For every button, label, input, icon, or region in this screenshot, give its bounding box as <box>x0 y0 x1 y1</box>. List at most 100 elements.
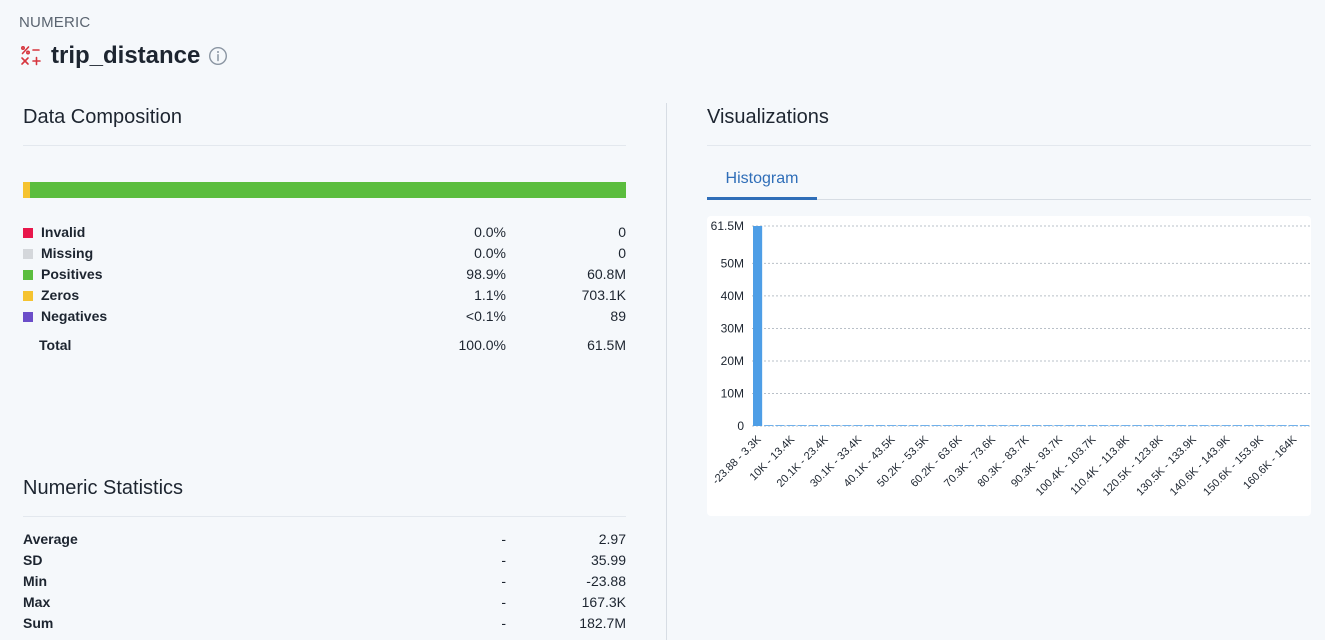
histogram-bar <box>1165 425 1176 426</box>
histogram-bar <box>1098 425 1109 426</box>
histogram-bar <box>898 425 908 426</box>
stat-row-sum: Sum - 182.7M <box>23 613 626 634</box>
histogram-bar <box>953 425 964 426</box>
histogram-bar <box>1288 425 1298 426</box>
column-type-label: NUMERIC <box>19 14 91 31</box>
histogram-bar <box>1232 425 1243 426</box>
visualizations-title: Visualizations <box>707 106 829 128</box>
y-tick-label: 30M <box>721 321 744 335</box>
histogram-bar <box>1299 425 1309 426</box>
y-tick-label: 0 <box>737 419 744 433</box>
stat-value: 182.7M <box>579 615 626 631</box>
histogram-bar <box>831 425 841 426</box>
histogram-bar <box>1221 425 1231 426</box>
stat-label: Average <box>23 531 78 547</box>
histogram-bar <box>775 425 785 426</box>
histogram-bar <box>976 425 986 426</box>
stat-value: -23.88 <box>586 573 626 589</box>
histogram-bar <box>987 425 997 426</box>
histogram-bar <box>1244 425 1254 426</box>
histogram-bar <box>1087 425 1097 426</box>
histogram-bar <box>920 425 930 426</box>
row-count: 60.8M <box>587 266 626 282</box>
stat-value: 2.97 <box>598 531 626 547</box>
active-tab-indicator <box>707 197 817 200</box>
histogram-bar <box>819 425 830 426</box>
x-tick-label: 140.6K - 143.9K <box>1168 433 1233 498</box>
composition-segment-positives <box>29 182 626 198</box>
histogram-chart: 0 10M 20M 30M 40M 50M 61.5M -23.88 - 3.3K 10K - … <box>707 216 1311 516</box>
histogram-bar <box>808 425 818 426</box>
zeros-swatch <box>23 291 33 301</box>
row-percent: 98.9% <box>466 266 506 282</box>
row-label: Missing <box>41 245 94 261</box>
stat-dash: - <box>501 573 506 589</box>
histogram-bar <box>1188 425 1198 426</box>
histogram-bar <box>1121 425 1131 426</box>
x-tick-label: 110.4K - 113.8K <box>1068 433 1132 497</box>
row-count: 703.1K <box>581 287 626 303</box>
column-divider <box>666 103 667 640</box>
histogram-bar <box>1110 425 1120 426</box>
stat-row-sd: SD - 35.99 <box>23 550 626 571</box>
numeric-operators-icon <box>20 45 41 66</box>
column-name: trip_distance <box>51 42 201 69</box>
y-tick-label: 20M <box>721 354 744 368</box>
composition-row-invalid: Invalid 0.0% 0 <box>23 222 626 243</box>
y-tick-label: 40M <box>721 289 744 303</box>
histogram-bar <box>1043 425 1053 426</box>
stat-row-max: Max - 167.3K <box>23 592 626 613</box>
histogram-bar <box>1020 425 1030 426</box>
row-label: Negatives <box>41 308 108 324</box>
histogram-bar <box>1032 425 1042 426</box>
row-percent: 0.0% <box>474 245 506 261</box>
tab-histogram[interactable]: Histogram <box>707 167 817 200</box>
y-tick-label: 10M <box>721 386 744 400</box>
x-tick-label: 150.6K - 153.9K <box>1201 433 1266 498</box>
histogram-bar <box>998 425 1008 426</box>
y-tick-label: 61.5M <box>711 219 744 233</box>
row-count: 0 <box>618 245 626 261</box>
row-count: 89 <box>610 308 626 324</box>
histogram-bar <box>1076 425 1086 426</box>
composition-row-negatives: Negatives <0.1% 89 <box>23 306 626 327</box>
histogram-bar <box>1199 425 1209 426</box>
x-tick-label: 100.4K - 103.7K <box>1034 433 1099 498</box>
histogram-bar <box>1132 425 1142 426</box>
histogram-bar <box>875 425 885 426</box>
histogram-bar <box>1277 425 1287 426</box>
info-icon[interactable] <box>208 46 228 66</box>
composition-row-zeros: Zeros 1.1% 703.1K <box>23 285 626 306</box>
histogram-bar <box>886 425 897 426</box>
data-composition-title: Data Composition <box>23 106 182 128</box>
composition-row-missing: Missing 0.0% 0 <box>23 243 626 264</box>
histogram-bar <box>909 425 919 426</box>
stat-row-average: Average - 2.97 <box>23 529 626 550</box>
visualizations-divider <box>707 145 1311 146</box>
histogram-bar <box>842 425 852 426</box>
row-percent: 0.0% <box>474 224 506 240</box>
histogram-bar <box>864 425 874 426</box>
histogram-bar <box>1009 425 1019 426</box>
invalid-swatch <box>23 228 33 238</box>
histogram-svg: 010M20M30M40M50M61.5M-23.88 - 3.3K10K - … <box>710 219 1310 498</box>
histogram-bar <box>797 425 807 426</box>
histogram-bar <box>1177 425 1187 426</box>
histogram-bar <box>1054 425 1064 426</box>
histogram-bar <box>764 425 774 426</box>
histogram-bar <box>965 425 975 426</box>
negatives-swatch <box>23 312 33 322</box>
composition-row-positives: Positives 98.9% 60.8M <box>23 264 626 285</box>
histogram-bar <box>1143 425 1153 426</box>
stat-value: 167.3K <box>581 594 626 610</box>
stat-row-min: Min - -23.88 <box>23 571 626 592</box>
composition-segment-zeros <box>23 182 30 198</box>
histogram-bar <box>853 425 863 426</box>
histogram-bar <box>786 425 796 426</box>
column-header: trip_distance <box>19 42 228 70</box>
numeric-statistics-title: Numeric Statistics <box>23 477 184 499</box>
stat-label: Min <box>23 573 48 589</box>
stat-label: SD <box>23 552 43 568</box>
stat-label: Sum <box>23 615 54 631</box>
row-label: Positives <box>41 266 103 282</box>
